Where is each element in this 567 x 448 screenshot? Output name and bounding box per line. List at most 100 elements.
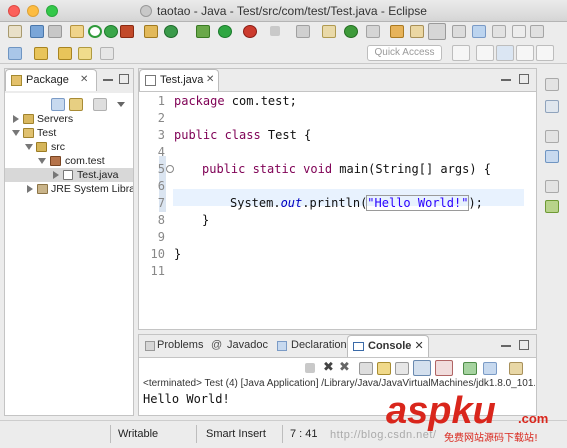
build-icon[interactable] bbox=[366, 25, 380, 38]
minimize-view-icon[interactable] bbox=[501, 74, 511, 81]
code-area[interactable]: 1 2 3 4 5 6 7 8 9 10 11 package com.test… bbox=[139, 91, 536, 329]
perspective-debug-button[interactable] bbox=[516, 45, 534, 61]
tab-package-explorer[interactable]: Package ✕ bbox=[5, 69, 97, 91]
block-selection-icon[interactable] bbox=[512, 25, 526, 38]
package-view-toolbar bbox=[5, 97, 133, 113]
expand-arrow-icon[interactable] bbox=[13, 115, 19, 123]
perspective-java-button[interactable] bbox=[496, 45, 514, 61]
forward-icon[interactable] bbox=[100, 47, 114, 60]
mark-occurrences-toggle[interactable] bbox=[428, 23, 446, 40]
tree-item-test-java[interactable]: Test.java bbox=[5, 168, 133, 182]
close-icon[interactable]: ✕ bbox=[206, 70, 214, 90]
minimize-view-icon[interactable] bbox=[103, 74, 113, 81]
java-file-icon bbox=[145, 75, 156, 86]
open-console-icon[interactable] bbox=[509, 362, 523, 375]
close-icon[interactable]: ✕ bbox=[414, 340, 423, 352]
next-annotation-icon[interactable] bbox=[34, 47, 48, 60]
show-on-output-icon[interactable] bbox=[413, 360, 431, 376]
maximize-view-icon[interactable] bbox=[119, 74, 129, 84]
pin-icon[interactable] bbox=[8, 47, 22, 60]
line-number: 6 bbox=[157, 179, 165, 193]
minimize-view-icon[interactable] bbox=[501, 340, 511, 347]
right-trim-bar bbox=[540, 66, 564, 414]
tab-problems[interactable]: Problems bbox=[141, 335, 203, 357]
status-insert-mode: Smart Insert bbox=[206, 428, 266, 440]
link-with-editor-icon[interactable] bbox=[69, 98, 83, 111]
aspku-logo: aspku .com 免费网站源码下载站! bbox=[386, 390, 548, 444]
clear-console-icon[interactable] bbox=[359, 362, 373, 375]
collapse-arrow-icon[interactable] bbox=[38, 158, 46, 164]
new-package-icon[interactable] bbox=[322, 25, 336, 38]
refresh-icon[interactable] bbox=[164, 25, 178, 38]
tree-item-project[interactable]: Test bbox=[5, 126, 133, 140]
tree-item-package[interactable]: com.test bbox=[5, 154, 133, 168]
outline-icon[interactable] bbox=[545, 150, 559, 163]
collapse-all-icon[interactable] bbox=[51, 98, 65, 111]
terminate-icon[interactable] bbox=[305, 363, 315, 373]
fold-icon[interactable] bbox=[166, 165, 174, 173]
folder-icon[interactable] bbox=[70, 25, 84, 38]
open-perspective-button[interactable] bbox=[452, 45, 470, 61]
task-list-icon[interactable] bbox=[545, 100, 559, 113]
view-menu-icon[interactable] bbox=[117, 102, 125, 107]
expand-arrow-icon[interactable] bbox=[27, 185, 33, 193]
restore-icon[interactable] bbox=[545, 130, 559, 143]
tree-item-servers[interactable]: Servers bbox=[5, 112, 133, 126]
tab-console[interactable]: Console ✕ bbox=[347, 335, 429, 357]
tab-test-java[interactable]: Test.java ✕ bbox=[139, 69, 219, 91]
line-number: 3 bbox=[157, 128, 165, 142]
tab-declaration[interactable]: Declaration bbox=[275, 335, 347, 357]
quick-access-field[interactable]: Quick Access bbox=[367, 45, 442, 61]
last-edit-icon[interactable] bbox=[58, 47, 72, 60]
perspective-svn-button[interactable] bbox=[536, 45, 554, 61]
new-class-icon[interactable] bbox=[344, 25, 358, 38]
save-icon[interactable] bbox=[30, 25, 44, 38]
maximize-view-icon[interactable] bbox=[519, 340, 529, 350]
show-on-error-icon[interactable] bbox=[435, 360, 453, 376]
debug-icon[interactable] bbox=[196, 25, 210, 38]
display-console-icon[interactable] bbox=[483, 362, 497, 375]
perspective-java-ee-button[interactable] bbox=[476, 45, 494, 61]
tree-item-jre[interactable]: JRE System Librar bbox=[5, 182, 133, 196]
save-all-icon[interactable] bbox=[48, 25, 62, 38]
word-wrap-icon[interactable] bbox=[395, 362, 409, 375]
back-icon[interactable] bbox=[78, 47, 92, 60]
task-list-icon[interactable] bbox=[472, 25, 486, 38]
collapse-arrow-icon[interactable] bbox=[25, 144, 33, 150]
annotation-icon[interactable] bbox=[452, 25, 466, 38]
paragraph-icon[interactable] bbox=[530, 25, 544, 38]
watermark-domain: .com bbox=[518, 411, 548, 426]
close-icon[interactable]: ✕ bbox=[80, 70, 88, 90]
tab-javadoc[interactable]: @ Javadoc bbox=[211, 335, 268, 357]
remove-all-icon[interactable]: ✖ bbox=[339, 359, 350, 375]
restore-icon[interactable] bbox=[545, 78, 559, 91]
remove-launch-icon[interactable]: ✖ bbox=[323, 359, 334, 375]
collapse-arrow-icon[interactable] bbox=[12, 130, 20, 136]
open-type-icon[interactable] bbox=[390, 25, 404, 38]
new-icon[interactable] bbox=[8, 25, 22, 38]
package-explorer-view: Package ✕ Servers Test src com.test Test… bbox=[4, 68, 134, 416]
code-line-7: System.out.println("Hello World!"); bbox=[230, 195, 483, 211]
restore-icon[interactable] bbox=[545, 180, 559, 193]
window-titlebar: taotao - Java - Test/src/com/test/Test.j… bbox=[0, 0, 567, 22]
stop-icon[interactable] bbox=[270, 26, 280, 36]
palette-icon[interactable] bbox=[545, 200, 559, 213]
disconnect-icon[interactable] bbox=[296, 25, 310, 38]
run-icon[interactable] bbox=[218, 25, 232, 38]
status-writable: Writable bbox=[118, 428, 159, 440]
open-task-icon[interactable] bbox=[410, 25, 424, 38]
coverage-icon[interactable] bbox=[144, 25, 158, 38]
tool-icon[interactable] bbox=[120, 25, 134, 38]
tree-item-src[interactable]: src bbox=[5, 140, 133, 154]
focus-icon[interactable] bbox=[93, 98, 107, 111]
skip-icon[interactable] bbox=[88, 25, 102, 38]
expand-arrow-icon[interactable] bbox=[53, 171, 59, 179]
status-cursor-position: 7 : 41 bbox=[290, 428, 318, 440]
server-icon[interactable] bbox=[104, 25, 118, 38]
show-whitespace-icon[interactable] bbox=[492, 25, 506, 38]
external-tools-icon[interactable] bbox=[243, 25, 257, 38]
maximize-view-icon[interactable] bbox=[519, 74, 529, 84]
scroll-lock-icon[interactable] bbox=[377, 362, 391, 375]
pin-console-icon[interactable] bbox=[463, 362, 477, 375]
javadoc-icon: @ bbox=[211, 339, 223, 351]
